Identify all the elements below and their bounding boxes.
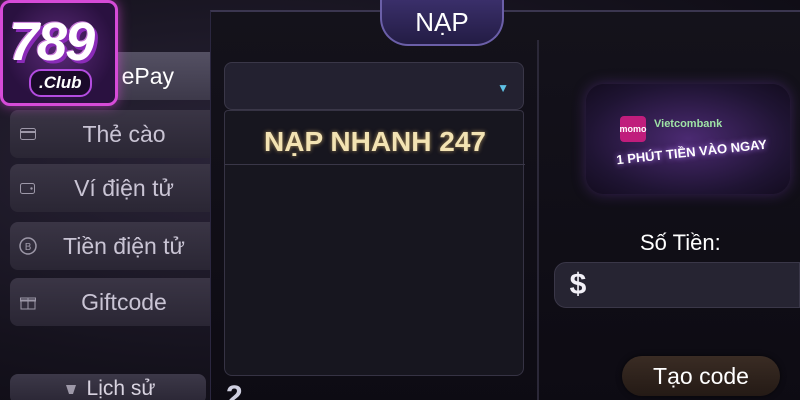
bank-logo: Vietcombank: [654, 118, 723, 130]
logo-club: .Club: [29, 69, 92, 97]
logo: 789 .Club: [0, 0, 118, 106]
gift-icon: [18, 292, 38, 312]
card-icon: [18, 124, 38, 144]
wallet-icon: [18, 178, 38, 198]
history-button[interactable]: Lịch sử: [10, 374, 206, 400]
momo-logo: momo: [620, 116, 647, 142]
method-select[interactable]: ▼: [224, 62, 524, 110]
method-list: NẠP NHANH 247: [224, 110, 525, 376]
history-icon: [61, 379, 81, 399]
panel-divider: [537, 40, 539, 400]
bitcoin-icon: B: [18, 236, 38, 256]
promo-banner: momo Vietcombank 1 PHÚT TIỀN VÀO NGAY: [586, 84, 790, 194]
chevron-down-icon: ▼: [497, 81, 509, 95]
tab-nap[interactable]: NẠP: [380, 0, 504, 46]
partial-text: 2: [226, 380, 243, 400]
dollar-icon: $: [569, 268, 587, 301]
sidebar-item-label: Ví điện tử: [74, 174, 174, 201]
amount-label: Số Tiền:: [640, 230, 721, 255]
history-label: Lịch sử: [86, 377, 156, 400]
logo-number: 789: [9, 12, 95, 72]
list-item-nap-nhanh[interactable]: NẠP NHANH 247: [225, 119, 525, 165]
sidebar-item-the-cao[interactable]: Thẻ cào: [10, 110, 210, 158]
svg-text:B: B: [25, 242, 32, 253]
sidebar-item-label: Tiền điện tử: [63, 232, 185, 259]
sidebar-item-label: Thẻ cào: [82, 120, 166, 147]
sidebar-item-tien-dien-tu[interactable]: B Tiền điện tử: [10, 222, 210, 270]
sidebar-item-label: Giftcode: [81, 288, 167, 315]
sidebar-item-vi-dien-tu[interactable]: Ví điện tử: [10, 164, 210, 212]
create-code-button[interactable]: Tạo code: [622, 356, 780, 396]
sidebar-item-giftcode[interactable]: Giftcode: [10, 278, 210, 326]
